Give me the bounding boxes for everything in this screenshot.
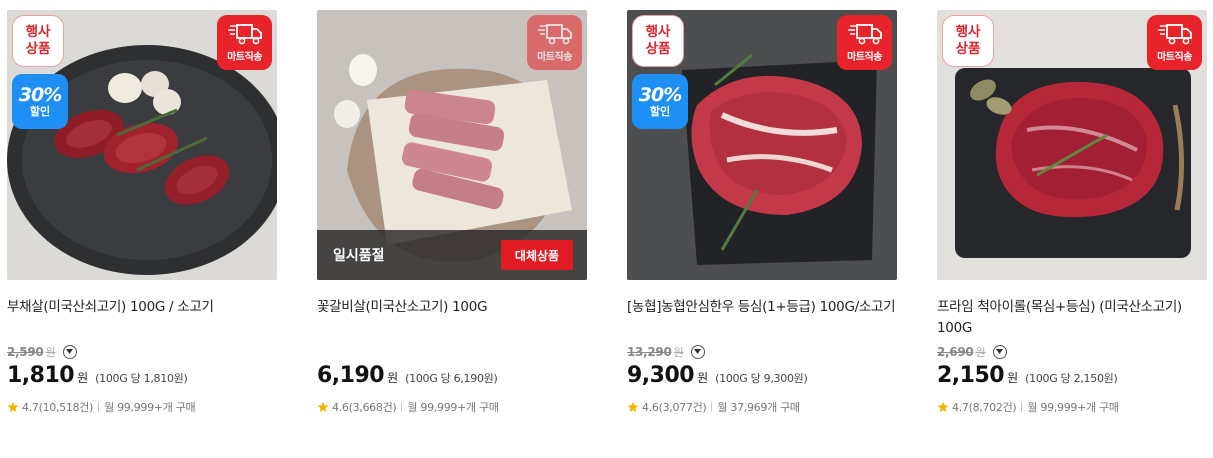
- product-name[interactable]: [농협]농협안심한우 등심(1+등급) 100G/소고기: [627, 297, 897, 339]
- original-price: 2,690: [937, 345, 974, 359]
- product-image[interactable]: 행사 상품 마트직송 30% 할인: [627, 10, 897, 280]
- mart-delivery-badge: 마트직송: [217, 15, 272, 70]
- unit-price: (100G 당 9,300원): [715, 372, 808, 385]
- product-card[interactable]: 행사 상품 마트직송 30% 할인 [농협]농협안심한우 등심(1+등급) 10…: [627, 10, 897, 417]
- unit-price: (100G 당 1,810원): [95, 372, 188, 385]
- original-price-unit: 원: [975, 346, 986, 359]
- price-unit: 원: [1007, 371, 1019, 385]
- star-icon: [937, 401, 949, 413]
- product-card[interactable]: 행사 상품 마트직송 30% 할인 부채살(미국산쇠고기) 100G / 소고기: [7, 10, 277, 417]
- price-detail-toggle[interactable]: [62, 345, 77, 359]
- price-detail-toggle[interactable]: [690, 345, 705, 359]
- purchase-count: 월 37,969개 구매: [717, 401, 800, 414]
- soldout-bar: 일시품절 대체상품: [317, 230, 587, 280]
- mart-delivery-label: 마트직송: [227, 52, 262, 63]
- event-badge-line2: 상품: [955, 41, 981, 57]
- product-image[interactable]: 행사 상품 마트직송: [937, 10, 1207, 280]
- price-detail-toggle[interactable]: [992, 345, 1007, 359]
- original-price-unit: 원: [45, 346, 56, 359]
- event-badge: 행사 상품: [942, 15, 994, 67]
- product-image[interactable]: 마트직송 일시품절 대체상품: [317, 10, 587, 280]
- original-price-row: 2,690 원: [937, 341, 1207, 363]
- sale-price: 6,190: [317, 363, 385, 388]
- original-price-unit: 원: [673, 346, 684, 359]
- divider: [98, 402, 100, 412]
- original-price-row: [317, 341, 587, 363]
- price-unit: 원: [697, 371, 709, 385]
- truck-icon: [537, 24, 572, 45]
- star-icon: [627, 401, 639, 413]
- discount-badge: 30% 할인: [12, 74, 68, 129]
- star-icon: [317, 401, 329, 413]
- event-badge-line2: 상품: [25, 41, 51, 57]
- purchase-count: 월 99,999+개 구매: [407, 401, 499, 414]
- star-icon: [7, 401, 19, 413]
- divider: [401, 402, 403, 412]
- price-unit: 원: [77, 371, 89, 385]
- event-badge-line1: 행사: [955, 24, 981, 40]
- original-price: 2,590: [7, 345, 44, 359]
- event-badge-line2: 상품: [645, 41, 671, 57]
- product-name[interactable]: 부채살(미국산쇠고기) 100G / 소고기: [7, 297, 277, 339]
- rating-row: 4.6(3,668건) 월 99,999+개 구매: [317, 397, 587, 417]
- discount-label: 할인: [649, 105, 671, 118]
- event-badge: 행사 상품: [632, 15, 684, 67]
- rating-row: 4.7(10,518건) 월 99,999+개 구매: [7, 397, 277, 417]
- unit-price: (100G 당 2,150원): [1025, 372, 1118, 385]
- rating-text: 4.7(8,702건): [952, 401, 1017, 414]
- price-unit: 원: [387, 371, 399, 385]
- original-price: 13,290: [627, 345, 672, 359]
- soldout-label: 일시품절: [333, 248, 385, 264]
- rating-row: 4.7(8,702건) 월 99,999+개 구매: [937, 397, 1207, 417]
- product-name[interactable]: 꽃갈비살(미국산소고기) 100G: [317, 297, 587, 339]
- product-card[interactable]: 마트직송 일시품절 대체상품 꽃갈비살(미국산소고기) 100G 6,190 원…: [317, 10, 587, 417]
- product-name[interactable]: 프라임 척아이롤(목심+등심) (미국산소고기) 100G: [937, 297, 1207, 339]
- discount-percent: 30%: [638, 84, 682, 106]
- mart-delivery-label: 마트직송: [537, 52, 572, 63]
- mart-delivery-label: 마트직송: [1157, 52, 1192, 63]
- price-row: 6,190 원 (100G 당 6,190원): [317, 363, 587, 393]
- price-row: 9,300 원 (100G 당 9,300원): [627, 363, 897, 393]
- discount-percent: 30%: [18, 84, 62, 106]
- unit-price: (100G 당 6,190원): [405, 372, 498, 385]
- product-card[interactable]: 행사 상품 마트직송 프라임 척아이롤(목심+등심) (미국산소고기) 100G…: [937, 10, 1207, 417]
- truck-icon: [227, 24, 262, 45]
- purchase-count: 월 99,999+개 구매: [104, 401, 196, 414]
- sale-price: 9,300: [627, 363, 695, 388]
- price-row: 1,810 원 (100G 당 1,810원): [7, 363, 277, 393]
- sale-price: 1,810: [7, 363, 75, 388]
- rating-text: 4.6(3,077건): [642, 401, 707, 414]
- chevron-down-icon: [996, 349, 1004, 354]
- rating-text: 4.6(3,668건): [332, 401, 397, 414]
- purchase-count: 월 99,999+개 구매: [1027, 401, 1119, 414]
- price-row: 2,150 원 (100G 당 2,150원): [937, 363, 1207, 393]
- mart-delivery-badge: 마트직송: [527, 15, 582, 70]
- rating-text: 4.7(10,518건): [22, 401, 94, 414]
- event-badge-line1: 행사: [25, 24, 51, 40]
- chevron-down-icon: [66, 349, 74, 354]
- divider: [1021, 402, 1023, 412]
- rating-row: 4.6(3,077건) 월 37,969개 구매: [627, 397, 897, 417]
- substitute-product-button[interactable]: 대체상품: [501, 240, 573, 270]
- mart-delivery-label: 마트직송: [847, 52, 882, 63]
- mart-delivery-badge: 마트직송: [1147, 15, 1202, 70]
- mart-delivery-badge: 마트직송: [837, 15, 892, 70]
- sale-price: 2,150: [937, 363, 1005, 388]
- divider: [711, 402, 713, 412]
- original-price-row: 2,590 원: [7, 341, 277, 363]
- product-image[interactable]: 행사 상품 마트직송 30% 할인: [7, 10, 277, 280]
- original-price-row: 13,290 원: [627, 341, 897, 363]
- event-badge-line1: 행사: [645, 24, 671, 40]
- truck-icon: [1157, 24, 1192, 45]
- product-grid: 행사 상품 마트직송 30% 할인 부채살(미국산쇠고기) 100G / 소고기: [0, 0, 1213, 458]
- event-badge: 행사 상품: [12, 15, 64, 67]
- discount-label: 할인: [29, 105, 51, 118]
- discount-badge: 30% 할인: [632, 74, 688, 129]
- chevron-down-icon: [694, 349, 702, 354]
- truck-icon: [847, 24, 882, 45]
